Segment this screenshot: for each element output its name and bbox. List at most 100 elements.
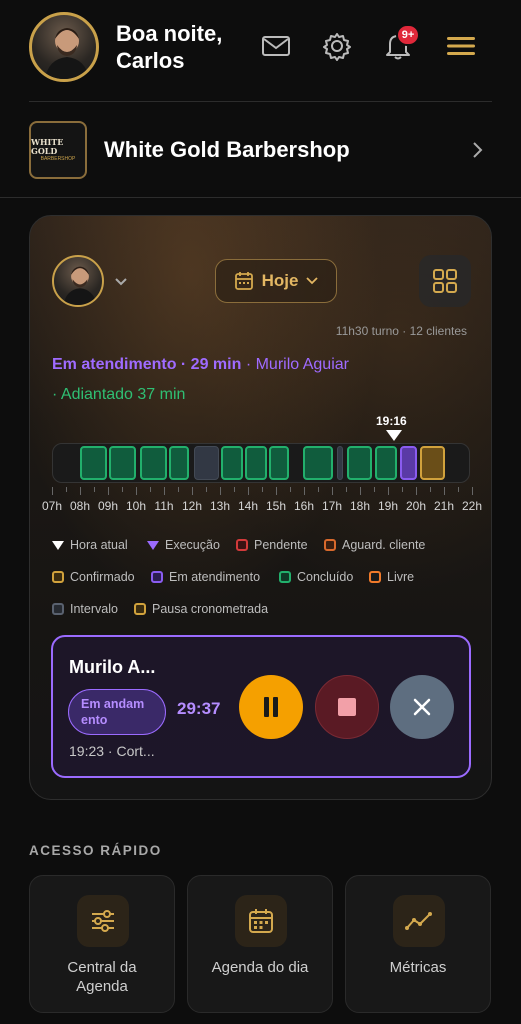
half-hour-tick xyxy=(374,487,375,492)
quick-access-agenda-dia[interactable]: Agenda do dia xyxy=(187,875,333,1013)
grid-view-button[interactable] xyxy=(419,255,471,307)
timeline-slot-concluido[interactable] xyxy=(303,446,333,480)
quick-access-central-agenda[interactable]: Central da Agenda xyxy=(29,875,175,1013)
swatch-icon xyxy=(52,571,64,583)
stop-button[interactable] xyxy=(315,675,379,739)
hour-tick xyxy=(332,487,333,495)
status-line: Em atendimento · 29 min · Murilo Aguiar … xyxy=(52,350,472,410)
chevron-down-icon[interactable] xyxy=(114,274,128,292)
quick-access-label: Métricas xyxy=(389,959,447,976)
hour-tick-label: 14h xyxy=(237,499,259,513)
half-hour-tick xyxy=(234,487,235,492)
menu-icon[interactable] xyxy=(445,30,477,62)
timeline-slot-concluido[interactable] xyxy=(245,446,267,480)
half-hour-tick xyxy=(122,487,123,492)
cancel-button[interactable] xyxy=(390,675,454,739)
hour-tick-label: 09h xyxy=(97,499,119,513)
timeline-slot-em-atendimento[interactable] xyxy=(400,446,417,480)
half-hour-tick xyxy=(150,487,151,492)
hour-tick-label: 08h xyxy=(69,499,91,513)
hour-tick-label: 20h xyxy=(405,499,427,513)
swatch-icon xyxy=(236,539,248,551)
legend-hora-atual: Hora atual xyxy=(52,538,128,552)
shop-logo-text-top: WHITE GOLD xyxy=(31,137,64,156)
header-divider xyxy=(29,101,492,102)
legend-label: Concluído xyxy=(297,570,354,584)
hour-tick-label: 22h xyxy=(461,499,483,513)
hour-tick-label: 15h xyxy=(265,499,287,513)
date-selector-button[interactable]: Hoje xyxy=(215,259,337,303)
timeline-slot-intervalo[interactable] xyxy=(194,446,219,480)
calendar-icon xyxy=(234,272,253,290)
timeline-slot-concluido[interactable] xyxy=(221,446,243,480)
shop-divider xyxy=(0,197,521,198)
hour-tick xyxy=(360,487,361,495)
chart-line-icon xyxy=(393,895,445,947)
half-hour-tick xyxy=(66,487,67,492)
hour-tick-label: 21h xyxy=(433,499,455,513)
timeline-slot-concluido[interactable] xyxy=(347,446,372,480)
timeline-slot-concluido[interactable] xyxy=(269,446,289,480)
current-appointment-card[interactable]: Murilo A... Em andam ento 29:37 19:23 · … xyxy=(51,635,471,778)
hour-tick xyxy=(80,487,81,495)
quick-access-title: ACESSO RÁPIDO xyxy=(29,843,162,858)
hour-tick-label: 10h xyxy=(125,499,147,513)
appointment-timer: 29:37 xyxy=(177,699,221,718)
legend-label: Em atendimento xyxy=(169,570,261,584)
hour-tick-label: 17h xyxy=(321,499,343,513)
timeline-slot-concluido[interactable] xyxy=(109,446,136,480)
shop-logo-text-bottom: BARBERSHOP xyxy=(40,156,76,162)
legend-confirmado: Confirmado xyxy=(52,570,135,584)
half-hour-tick xyxy=(458,487,459,492)
hour-tick xyxy=(192,487,193,495)
quick-access-metricas[interactable]: Métricas xyxy=(345,875,491,1013)
hour-tick xyxy=(444,487,445,495)
shift-summary: 11h30 turno · 12 clientes xyxy=(335,324,467,338)
timeline-slot-concluido[interactable] xyxy=(140,446,167,480)
timeline-slot-confirmado[interactable] xyxy=(420,446,445,480)
half-hour-tick xyxy=(402,487,403,492)
mail-icon[interactable] xyxy=(260,30,292,62)
half-hour-tick xyxy=(178,487,179,492)
chevron-right-icon[interactable] xyxy=(470,140,484,165)
current-time-marker-icon xyxy=(386,430,402,441)
legend-label: Confirmado xyxy=(70,570,135,584)
day-timeline[interactable] xyxy=(52,443,470,483)
quick-access-label: Central da Agenda xyxy=(67,959,137,995)
shop-name[interactable]: White Gold Barbershop xyxy=(104,137,350,163)
appointment-status-badge: Em andam ento xyxy=(68,689,166,735)
pause-button[interactable] xyxy=(239,675,303,739)
legend-label: Intervalo xyxy=(70,602,118,616)
timeline-slot-intervalo[interactable] xyxy=(337,446,343,480)
swatch-icon xyxy=(324,539,336,551)
hour-tick-label: 07h xyxy=(41,499,63,513)
appointment-details: 19:23 · Cort... xyxy=(69,743,155,759)
grid-icon xyxy=(433,269,457,293)
legend-livre: Livre xyxy=(369,570,414,584)
half-hour-tick xyxy=(262,487,263,492)
half-hour-tick xyxy=(290,487,291,492)
timeline-slot-concluido[interactable] xyxy=(375,446,397,480)
half-hour-tick xyxy=(206,487,207,492)
gear-icon[interactable] xyxy=(321,30,353,62)
hour-tick xyxy=(52,487,53,495)
legend-label: Hora atual xyxy=(70,538,128,552)
legend-label: Livre xyxy=(387,570,415,584)
current-time-label: 19:16 xyxy=(376,414,407,428)
swatch-icon xyxy=(134,603,146,615)
user-avatar[interactable] xyxy=(29,12,99,82)
timeline-slot-concluido[interactable] xyxy=(80,446,107,480)
chevron-down-icon xyxy=(306,277,319,285)
schedule-card: Hoje 11h30 turno · 12 clientes Em atendi… xyxy=(29,215,492,800)
legend-em-atendimento: Em atendimento xyxy=(151,570,260,584)
half-hour-tick xyxy=(346,487,347,492)
hour-tick-label: 18h xyxy=(349,499,371,513)
legend-execucao: Execução xyxy=(147,538,220,552)
barber-avatar[interactable] xyxy=(52,255,104,307)
timeline-slot-concluido[interactable] xyxy=(169,446,189,480)
shop-logo: WHITE GOLD BARBERSHOP xyxy=(29,121,87,179)
app-header: Boa noite, Carlos 9+ xyxy=(0,0,521,100)
legend-intervalo: Intervalo xyxy=(52,602,118,616)
hour-tick xyxy=(472,487,473,495)
half-hour-tick xyxy=(94,487,95,492)
